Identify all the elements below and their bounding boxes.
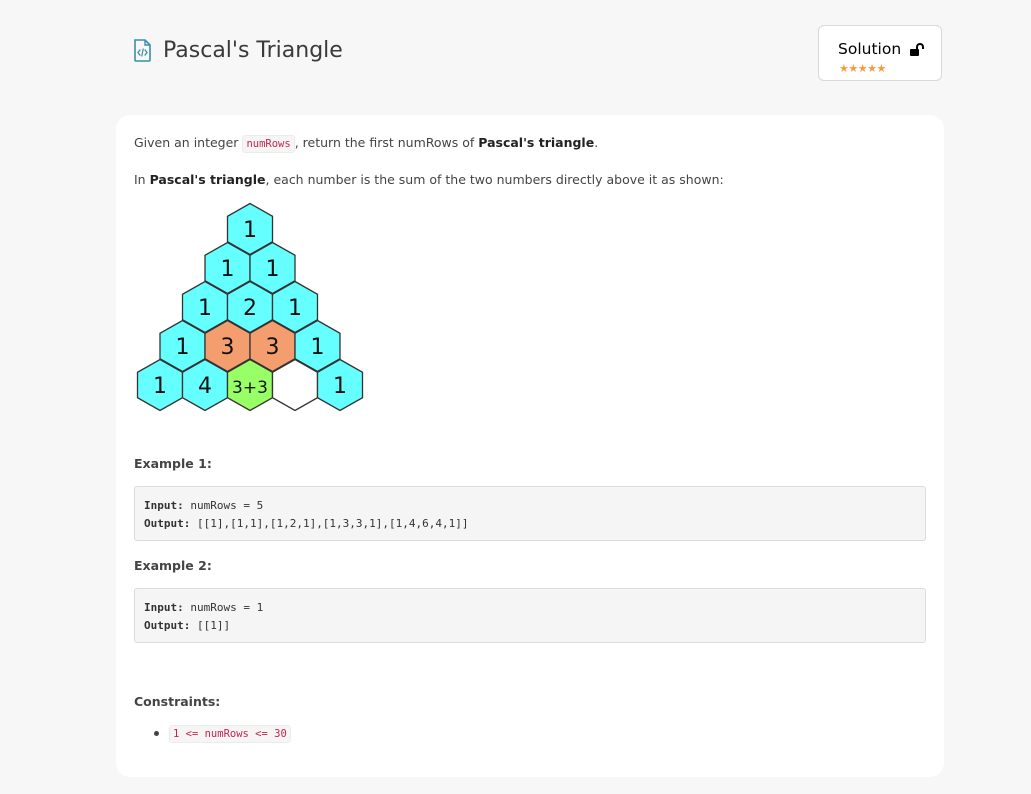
unlock-icon — [909, 42, 925, 61]
problem-card: Given an integer numRows, return the fir… — [116, 115, 944, 777]
solution-button[interactable]: Solution ★★★★★ — [818, 25, 942, 81]
text-fragment: In — [134, 172, 150, 187]
example-2-input: Input: numRows = 1 — [144, 599, 925, 617]
page-title: Pascal's Triangle — [163, 38, 343, 63]
page-header: Pascal's Triangle — [133, 38, 343, 63]
text-fragment: Given an integer — [134, 135, 243, 150]
input-label: Input: — [144, 499, 184, 512]
triangle-cell-value: 1 — [333, 374, 347, 399]
constraint-item: 1 <= numRows <= 30 — [169, 725, 291, 743]
example-1-block: Input: numRows = 5 Output: [[1],[1,1],[1… — [134, 486, 926, 541]
triangle-cell-value: 1 — [288, 296, 302, 321]
input-value: numRows = 1 — [183, 601, 264, 614]
triangle-cell-value: 2 — [243, 296, 257, 321]
triangle-cell-value: 1 — [311, 335, 325, 360]
output-value: [[1],[1,1],[1,2,1],[1,3,3,1],[1,4,6,4,1]… — [190, 517, 469, 530]
output-label: Output: — [144, 619, 191, 632]
triangle-cell-value: 3+3 — [232, 378, 268, 398]
example-2-block: Input: numRows = 1 Output: [[1]] — [134, 588, 926, 643]
text-fragment: , return the first numRows of — [294, 135, 479, 150]
code-file-icon — [133, 39, 152, 62]
bullet-marker — [154, 731, 159, 736]
bold-term: Pascal's triangle — [149, 172, 266, 187]
text-fragment: . — [594, 135, 599, 150]
example-2-output: Output: [[1]] — [144, 617, 925, 635]
bold-term: Pascal's triangle — [478, 135, 595, 150]
input-value: numRows = 5 — [183, 499, 264, 512]
rating-stars: ★★★★★ — [839, 62, 886, 75]
triangle-cell-value: 3 — [266, 335, 280, 360]
output-label: Output: — [144, 517, 191, 530]
input-label: Input: — [144, 601, 184, 614]
constraints-title: Constraints: — [134, 694, 221, 709]
triangle-cell-value: 4 — [198, 374, 212, 399]
example-2-title: Example 2: — [134, 558, 212, 573]
solution-label: Solution — [838, 40, 902, 58]
inline-code: numRows — [242, 135, 295, 153]
triangle-cell-value: 3 — [221, 335, 235, 360]
triangle-cell-value: 1 — [243, 218, 257, 243]
triangle-cell-value: 1 — [221, 257, 235, 282]
problem-statement: Given an integer numRows, return the fir… — [134, 135, 599, 153]
output-value: [[1]] — [190, 619, 231, 632]
example-1-output: Output: [[1],[1,1],[1,2,1],[1,3,3,1],[1,… — [144, 515, 925, 533]
pascal-triangle-diagram: 11 11 2 11 3 3 11 4 3+3 1 — [136, 202, 364, 412]
problem-explanation: In Pascal's triangle, each number is the… — [134, 172, 724, 187]
triangle-cell-value: 1 — [198, 296, 212, 321]
example-1-input: Input: numRows = 5 — [144, 497, 925, 515]
example-1-title: Example 1: — [134, 456, 212, 471]
triangle-cell-value: 1 — [153, 374, 167, 399]
text-fragment: , each number is the sum of the two numb… — [265, 172, 724, 187]
triangle-cell-value: 1 — [266, 257, 280, 282]
triangle-cell-value: 1 — [176, 335, 190, 360]
